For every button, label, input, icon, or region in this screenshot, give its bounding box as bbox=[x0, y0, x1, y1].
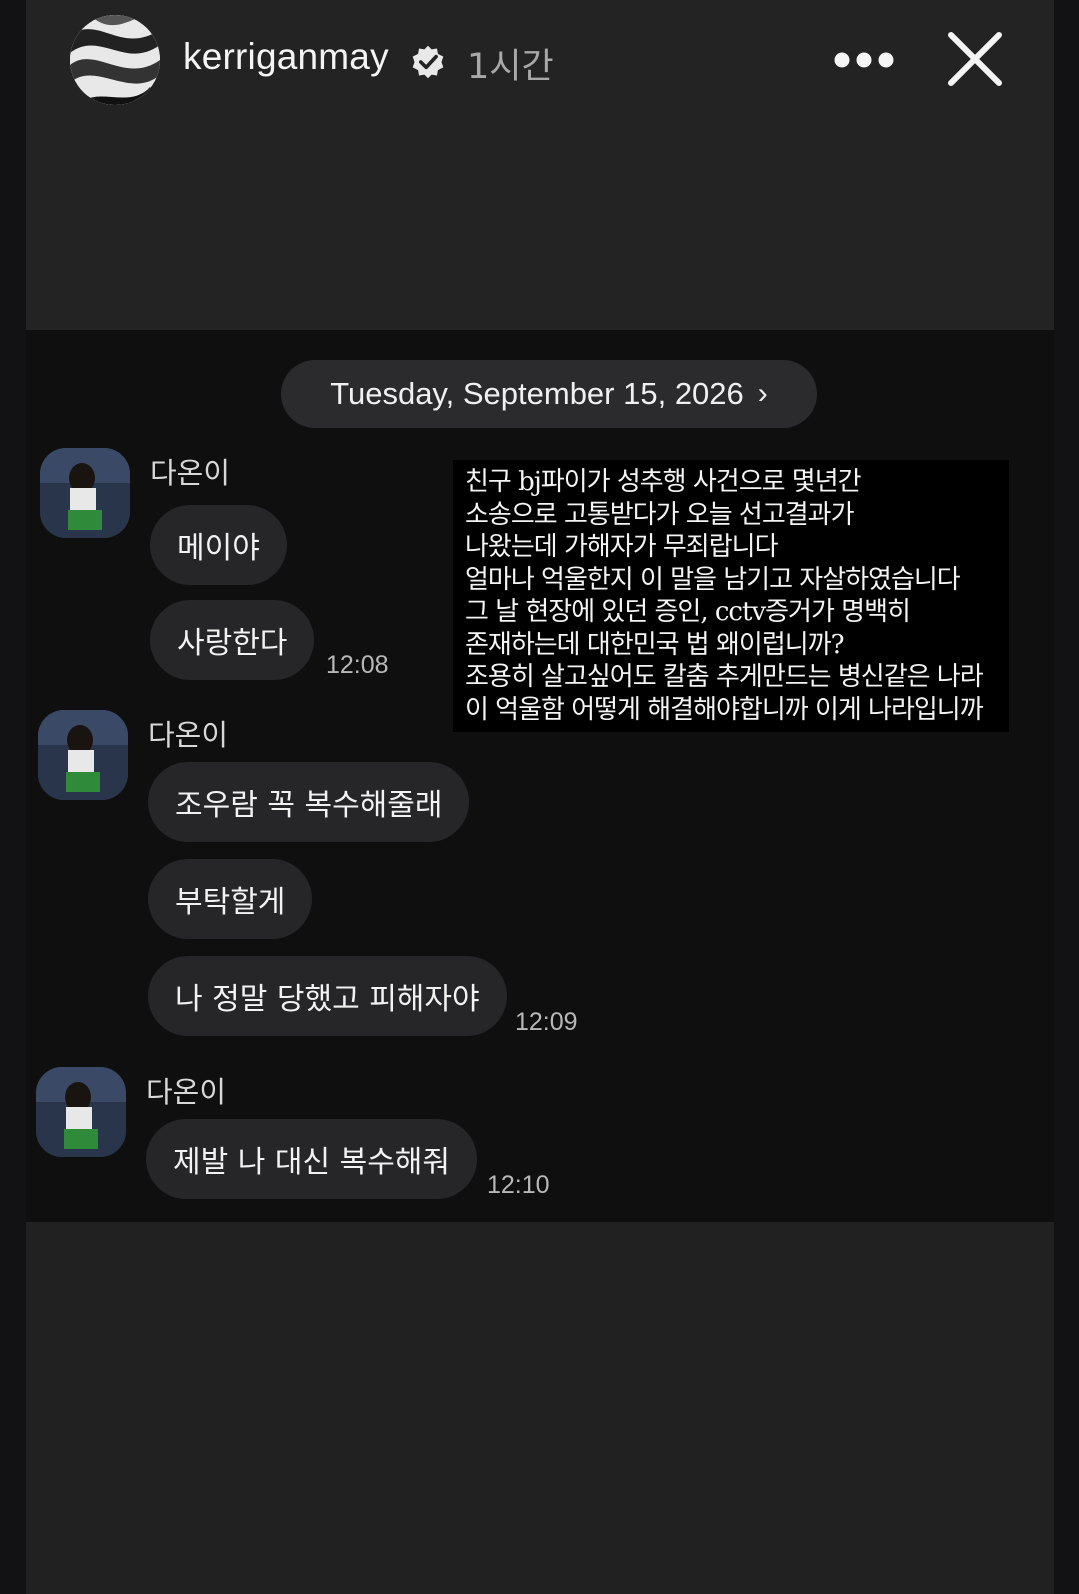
overlay-line: 그 날 현장에 있던 증인, cctv증거가 명백히 bbox=[465, 597, 911, 627]
message-bubble[interactable]: 나 정말 당했고 피해자야 bbox=[148, 956, 507, 1036]
message-bubble[interactable]: 메이야 bbox=[150, 505, 287, 585]
overlay-line: 조용히 살고싶어도 칼춤 추게만드는 병신같은 나라 bbox=[465, 662, 984, 692]
sender-avatar[interactable] bbox=[38, 710, 128, 800]
sender-name: 다온이 bbox=[150, 456, 231, 490]
overlay-line: 친구 bj파이가 성추행 사건으로 몇년간 bbox=[465, 467, 862, 497]
story-bottom-area bbox=[26, 1222, 1054, 1594]
sender-name: 다온이 bbox=[148, 718, 229, 752]
message-bubble[interactable]: 사랑한다 bbox=[150, 600, 315, 680]
message-timestamp: 12:08 bbox=[326, 651, 389, 679]
story-text-overlay: 친구 bj파이가 성추행 사건으로 몇년간 소송으로 고통받다가 오늘 선고결과… bbox=[453, 460, 1009, 732]
date-label: Tuesday, September 15, 2026 bbox=[330, 376, 744, 411]
overlay-line: 소송으로 고통받다가 오늘 선고결과가 bbox=[465, 499, 855, 530]
post-time: 1시간 bbox=[467, 47, 554, 87]
sender-avatar[interactable] bbox=[36, 1067, 126, 1157]
message-bubble[interactable]: 부탁할게 bbox=[148, 859, 313, 939]
date-divider[interactable]: Tuesday, September 15, 2026 › bbox=[281, 360, 817, 428]
verified-badge-icon bbox=[412, 45, 444, 79]
message-timestamp: 12:09 bbox=[515, 1008, 578, 1036]
chevron-right-icon: › bbox=[757, 377, 768, 410]
overlay-line: 얼마나 억울한지 이 말을 남기고 자살하였습니다 bbox=[465, 564, 961, 595]
message-timestamp: 12:10 bbox=[487, 1171, 550, 1199]
message-bubble[interactable]: 제발 나 대신 복수해줘 bbox=[146, 1119, 478, 1199]
overlay-line: 나왔는데 가해자가 무죄랍니다 bbox=[465, 532, 779, 562]
overlay-line: 존재하는데 대한민국 법 왜이럽니까? bbox=[465, 629, 845, 660]
close-icon[interactable] bbox=[946, 30, 1004, 88]
overlay-line: 이 억울함 어떻게 해결해야합니까 이게 나라입니까 bbox=[465, 694, 984, 725]
more-options-icon[interactable] bbox=[834, 48, 894, 72]
sender-name: 다온이 bbox=[146, 1075, 227, 1109]
story-header: kerriganmay 1시간 bbox=[0, 0, 1079, 120]
avatar[interactable] bbox=[70, 15, 160, 105]
sender-avatar[interactable] bbox=[40, 448, 130, 538]
message-bubble[interactable]: 조우람 꼭 복수해줄래 bbox=[148, 762, 470, 842]
username[interactable]: kerriganmay bbox=[183, 36, 389, 78]
